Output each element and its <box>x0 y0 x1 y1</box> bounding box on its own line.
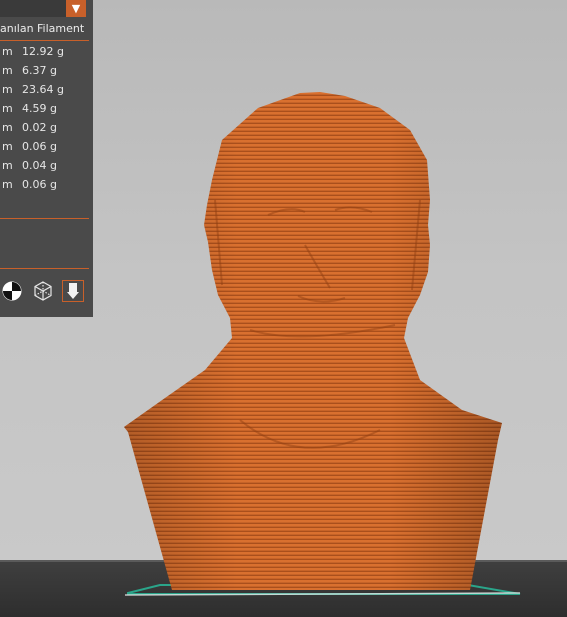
wireframe-cube-icon[interactable] <box>32 280 54 302</box>
filament-usage-panel: ▼ anılan Filament m 12.92 g m 6.37 g m 23.6… <box>0 0 93 317</box>
section-divider <box>0 218 89 219</box>
view-options-toolbar <box>0 280 93 304</box>
list-item: m 0.06 g <box>2 140 57 153</box>
used-filament-header: anılan Filament <box>0 22 85 35</box>
view-type-dropdown[interactable]: ▼ <box>0 0 86 17</box>
list-item: m 4.59 g <box>2 102 57 115</box>
list-item: m 12.92 g <box>2 45 64 58</box>
list-item: m 23.64 g <box>2 83 64 96</box>
header-divider <box>0 40 89 41</box>
list-item: m 0.06 g <box>2 178 57 191</box>
list-item: m 0.04 g <box>2 159 57 172</box>
list-item: m 6.37 g <box>2 64 57 77</box>
chevron-down-icon[interactable]: ▼ <box>66 0 86 17</box>
filament-rows: m 12.92 g m 6.37 g m 23.64 g m 4.59 g m 0.02 … <box>0 44 93 196</box>
icons-divider <box>0 268 89 269</box>
list-item: m 0.02 g <box>2 121 57 134</box>
extruder-nozzle-icon[interactable] <box>62 280 84 302</box>
center-of-mass-icon[interactable] <box>1 280 23 302</box>
